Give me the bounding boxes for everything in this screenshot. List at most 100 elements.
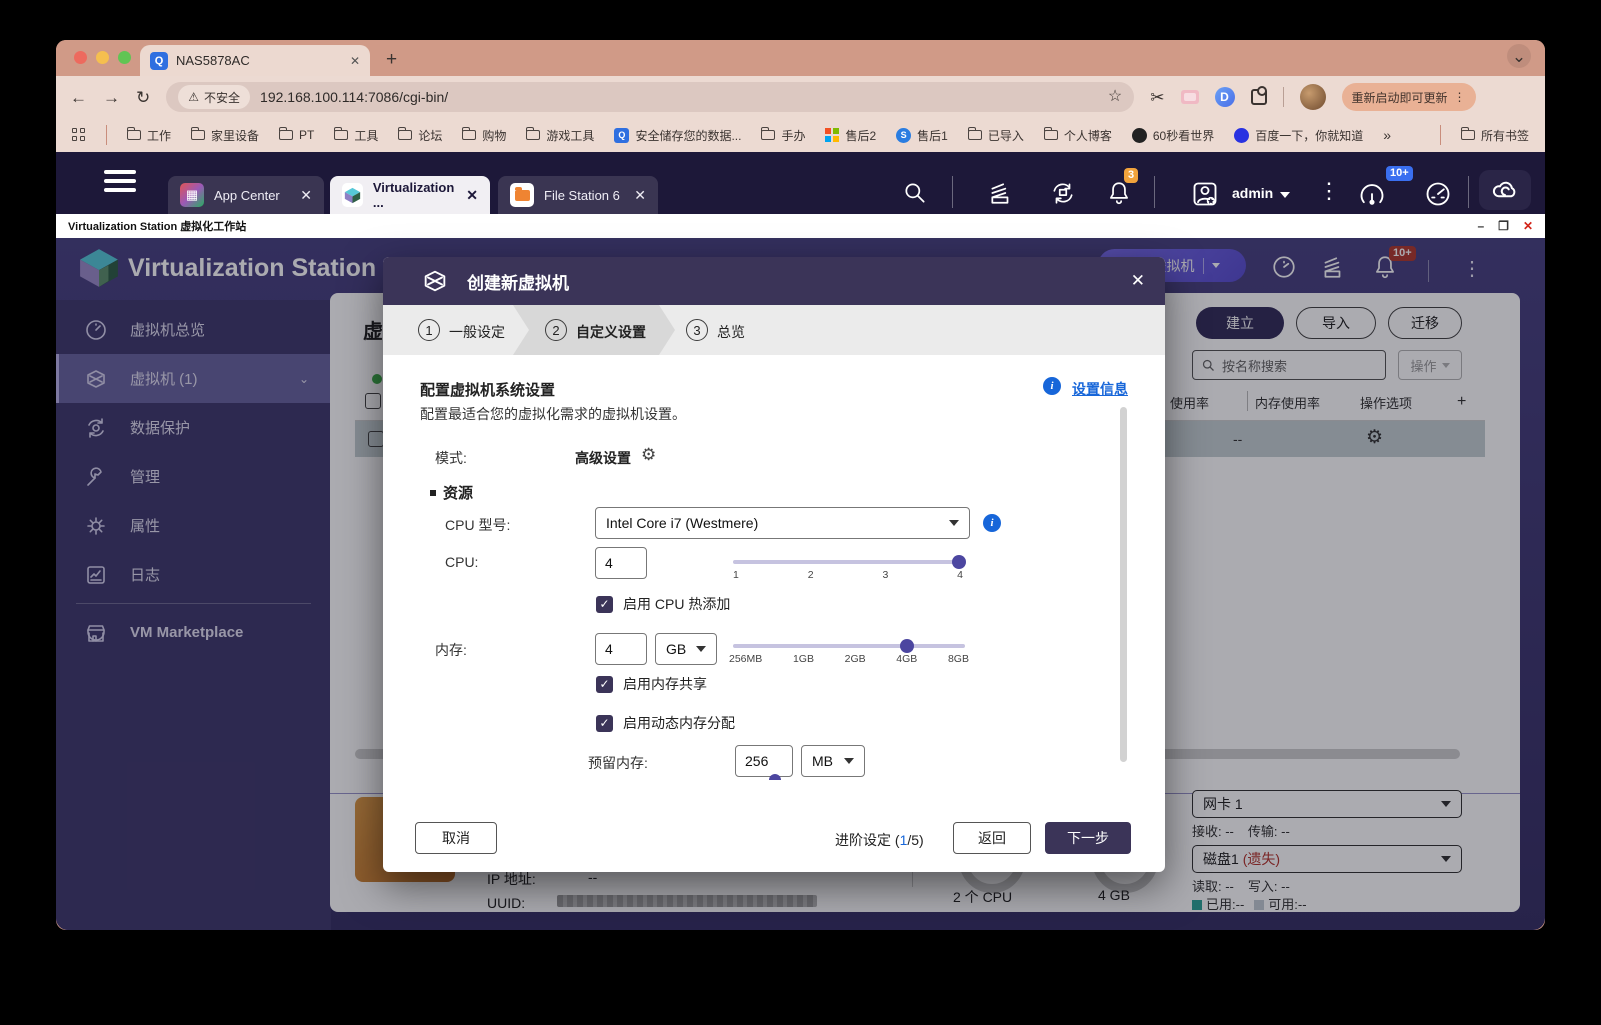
profile-avatar[interactable]	[1299, 84, 1326, 110]
bookmark-folder[interactable]: 工作	[127, 127, 171, 144]
extension-tv-icon[interactable]	[1180, 90, 1199, 104]
memory-dynamic-row[interactable]: 启用动态内存分配	[596, 713, 735, 733]
search-icon[interactable]	[902, 180, 928, 211]
all-bookmarks[interactable]: 所有书签	[1439, 125, 1529, 145]
sync-icon[interactable]	[1050, 180, 1076, 211]
reload-icon[interactable]	[136, 89, 150, 106]
cpu-count-input[interactable]	[595, 547, 647, 579]
memory-share-row[interactable]: 启用内存共享	[596, 674, 707, 694]
bookmark-site[interactable]: 百度一下，你就知道	[1234, 127, 1363, 144]
chrome-menu-icon[interactable]	[1454, 90, 1466, 104]
minimize-icon[interactable]	[1477, 219, 1484, 233]
bookmark-folder[interactable]: 已导入	[967, 127, 1024, 144]
new-tab-button[interactable]	[386, 50, 397, 69]
qnap-tab-appcenter[interactable]: ▦ App Center	[168, 176, 324, 214]
forward-icon[interactable]	[103, 89, 120, 106]
folder-icon	[279, 127, 294, 140]
bookmark-folder[interactable]: 游戏工具	[526, 127, 594, 144]
memory-slider-track[interactable]	[733, 644, 965, 648]
settings-info-link[interactable]: 设置信息	[1072, 379, 1128, 399]
step3-label[interactable]: 总览	[717, 322, 745, 342]
username[interactable]: admin	[1232, 185, 1273, 201]
back-icon[interactable]	[70, 89, 87, 106]
cpu-slider-track[interactable]	[733, 560, 963, 564]
dashboard-icon[interactable]	[1424, 180, 1452, 213]
memory-share-label: 启用内存共享	[623, 676, 707, 692]
checkbox-checked-icon[interactable]	[596, 595, 613, 613]
bookmark-folder[interactable]: 手办	[761, 127, 805, 144]
url-text[interactable]: 192.168.100.114:7086/cgi-bin/	[260, 89, 1098, 105]
toolbar-divider	[1282, 87, 1284, 107]
bookmark-star-icon[interactable]	[1108, 89, 1122, 105]
bookmark-site[interactable]: S 售后1	[896, 127, 948, 144]
baidu-icon	[1234, 127, 1250, 143]
close-window-icon[interactable]	[74, 51, 87, 64]
cpu-hotplug-label: 启用 CPU 热添加	[623, 596, 731, 612]
cpu-hotplug-row[interactable]: 启用 CPU 热添加	[596, 594, 730, 614]
bookmark-folder[interactable]: 购物	[462, 127, 506, 144]
address-bar[interactable]: 不安全 192.168.100.114:7086/cgi-bin/	[166, 82, 1135, 112]
cpu-slider-handle[interactable]	[952, 555, 966, 569]
memory-slider-ticks: 256MB 1GB 2GB 4GB 8GB	[729, 653, 969, 665]
cancel-button[interactable]: 取消	[415, 822, 497, 854]
folder-icon	[334, 127, 349, 140]
extension-d-icon[interactable]: D	[1214, 87, 1235, 107]
extensions-puzzle-icon[interactable]	[1250, 86, 1267, 105]
extension-scissors-icon[interactable]	[1150, 89, 1164, 106]
notifications-bell-icon[interactable]	[1106, 180, 1132, 211]
qnap-tab-filestation[interactable]: File Station 6	[498, 176, 658, 214]
close-icon[interactable]	[1523, 219, 1533, 233]
checkbox-checked-icon[interactable]	[596, 714, 613, 732]
checkbox-checked-icon[interactable]	[596, 675, 613, 693]
security-chip[interactable]: 不安全	[178, 85, 251, 109]
mode-settings-gear-icon[interactable]	[641, 445, 656, 465]
bookmark-folder[interactable]: 家里设备	[191, 127, 259, 144]
browser-tab[interactable]: Q NAS5878AC	[140, 45, 370, 76]
main-menu-icon[interactable]	[104, 170, 136, 197]
cpu-model-info-icon[interactable]: i	[983, 514, 1001, 532]
myqnapcloud-icon[interactable]	[1479, 170, 1531, 210]
user-account-icon[interactable]	[1191, 180, 1219, 213]
close-icon[interactable]	[634, 187, 646, 204]
bookmark-site[interactable]: 60秒看世界	[1131, 127, 1214, 144]
memory-size-input[interactable]	[595, 633, 647, 665]
bookmark-folder[interactable]: 个人博客	[1043, 127, 1112, 144]
dialog-scrollbar[interactable]	[1120, 407, 1127, 762]
apps-grid-icon[interactable]	[72, 128, 86, 142]
user-caret-icon	[1280, 192, 1290, 198]
close-icon[interactable]	[466, 187, 478, 204]
dialog-heading: 配置虚拟机系统设置	[420, 382, 556, 399]
reserved-memory-input[interactable]	[735, 745, 793, 777]
bookmark-site[interactable]: 售后2	[825, 127, 876, 144]
bookmark-folder[interactable]: PT	[279, 127, 314, 142]
memory-unit-select[interactable]: GB	[655, 633, 717, 665]
minimize-window-icon[interactable]	[96, 51, 109, 64]
reserved-unit-select[interactable]: MB	[801, 745, 865, 777]
background-tasks-icon[interactable]	[988, 180, 1014, 211]
maximize-window-icon[interactable]	[118, 51, 131, 64]
tab-search-icon[interactable]	[1507, 44, 1531, 68]
resource-monitor-icon[interactable]	[1358, 180, 1386, 213]
info-icon[interactable]: i	[1043, 377, 1061, 395]
bookmark-qnap[interactable]: Q 安全储存您的数据...	[614, 127, 741, 144]
bookmark-folder[interactable]: 论坛	[398, 127, 442, 144]
mode-label: 模式:	[435, 450, 467, 466]
memory-slider-handle[interactable]	[900, 639, 914, 653]
next-button[interactable]: 下一步	[1045, 822, 1131, 854]
back-button[interactable]: 返回	[953, 822, 1031, 854]
step1-label[interactable]: 一般设定	[449, 322, 505, 342]
bookmarks-overflow-icon[interactable]	[1383, 127, 1391, 143]
memory-label: 内存:	[435, 642, 467, 658]
tab-close-icon[interactable]	[350, 54, 360, 68]
cpu-model-select[interactable]: Intel Core i7 (Westmere)	[595, 507, 970, 539]
maximize-icon[interactable]	[1498, 219, 1509, 233]
divider	[1439, 125, 1441, 145]
more-options-icon[interactable]	[1318, 178, 1340, 204]
dialog-close-icon[interactable]	[1131, 271, 1145, 291]
qnap-tab-virtualization[interactable]: Virtualization ...	[330, 176, 490, 214]
chrome-update-button[interactable]: 重新启动即可更新	[1341, 83, 1476, 111]
close-icon[interactable]	[300, 187, 312, 204]
browser-window: Q NAS5878AC 不安全 192.168.100.114:7086/cgi…	[56, 40, 1545, 930]
bookmark-folder[interactable]: 工具	[334, 127, 378, 144]
step2-label[interactable]: 自定义设置	[576, 322, 646, 342]
